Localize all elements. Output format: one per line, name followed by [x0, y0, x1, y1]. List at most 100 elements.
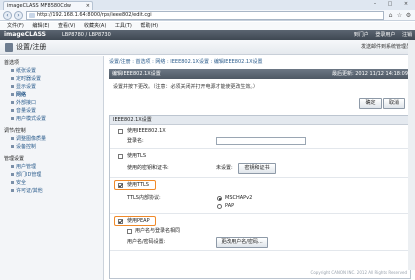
page-title: 设置/注册 — [16, 43, 47, 51]
forward-icon[interactable]: › — [14, 11, 23, 20]
tab-title: imageCLASS MF8580Cdw — [7, 3, 71, 9]
menu-item-tools[interactable]: 工具(T) — [115, 23, 132, 29]
brand-bar: imageCLASS LBP8780 / LBP8730 到门户 登录用户 注销 — [0, 30, 415, 40]
back-icon[interactable]: ‹ — [3, 11, 12, 20]
sidebar-item-license[interactable]: 许可证/其他 — [11, 188, 43, 195]
use-peap-label: 使用PEAP — [127, 218, 150, 224]
settings-icon[interactable]: ⚙ — [405, 12, 412, 19]
login-name-label: 登录名: — [127, 138, 144, 144]
bullet-icon — [11, 101, 14, 104]
bullet-icon — [11, 165, 14, 168]
url-text: http://192.168.1.64:8000/rps/ieee802/edi… — [37, 12, 152, 18]
sidebar-item-interface[interactable]: 外部接口 — [11, 100, 36, 107]
same-user-name-checkbox[interactable] — [127, 229, 132, 234]
mschapv2-label: MSCHAPv2 — [225, 195, 253, 201]
minimize-icon[interactable]: – — [368, 0, 382, 8]
ieee-settings-panel: IEEE802.1X设置 使用IEEE802.1X 登录名: 使用TLS 使用的… — [109, 115, 411, 279]
sidebar-item-image-quality[interactable]: 调整图像质量 — [11, 136, 46, 143]
copyright-footer: Copyright CANON INC. 2012 All Rights Res… — [310, 270, 407, 275]
home-icon[interactable]: ⌂ — [387, 12, 394, 19]
section-header: 编辑IEEE802.1X设置 最后更新: 2012 11/12 14:18:09 — [109, 69, 411, 79]
sidebar-item-label: 显示设置 — [16, 84, 37, 90]
mschapv2-radio[interactable] — [217, 196, 222, 201]
menu-item-file[interactable]: 文件(F) — [7, 23, 24, 29]
use-peap-checkbox[interactable] — [118, 219, 123, 224]
divider — [110, 177, 410, 178]
bullet-icon — [11, 109, 14, 112]
menu-item-view[interactable]: 查看(V) — [58, 23, 75, 29]
close-window-icon[interactable]: × — [399, 0, 413, 8]
sidebar: 首选项 纸张设置 定时器设置 显示设置 网络 外部接口 音量设置 用户模式设置 … — [0, 56, 104, 280]
vertical-scrollbar[interactable] — [408, 40, 415, 270]
key-cert-status: 未设置: — [216, 165, 233, 171]
last-updated: 最后更新: 2012 11/12 14:18:09 — [331, 71, 408, 77]
sidebar-item-label: 外部接口 — [16, 100, 37, 106]
sidebar-item-label: 部门ID管理 — [16, 172, 42, 178]
sidebar-item-label: 安全 — [16, 180, 27, 186]
sidebar-item-label: 纸张设置 — [16, 68, 37, 74]
bullet-icon — [11, 137, 14, 140]
menu-item-favorites[interactable]: 收藏夹(A) — [84, 23, 106, 29]
key-cert-label: 使用的密钥和证书: — [127, 165, 169, 171]
portal-link[interactable]: 到门户 — [354, 32, 369, 38]
sidebar-section-preferences: 首选项 — [4, 60, 20, 66]
use-ttls-label: 使用TTLS — [127, 182, 149, 188]
sidebar-item-user-management[interactable]: 用户管理 — [11, 164, 36, 171]
brand-links: 到门户 登录用户 注销 — [349, 30, 412, 40]
use-ieee-checkbox[interactable] — [118, 129, 123, 134]
section-title: 编辑IEEE802.1X设置 — [112, 71, 161, 77]
use-ttls-checkbox[interactable] — [118, 183, 123, 188]
sidebar-item-timer[interactable]: 定时器设置 — [11, 76, 41, 83]
use-ieee-label: 使用IEEE802.1X — [127, 128, 166, 134]
maximize-icon[interactable]: □ — [383, 0, 397, 8]
main-content: 设置/注册 : 首选项 : 网络 : IEEE802.1X设置 : 编辑IEEE… — [106, 56, 415, 280]
menu-item-help[interactable]: 帮助(H) — [140, 23, 158, 29]
panel-title: IEEE802.1X设置 — [110, 116, 410, 125]
logout-link[interactable]: 注销 — [402, 32, 412, 38]
pap-label: PAP — [225, 203, 235, 209]
sidebar-item-label: 许可证/其他 — [16, 188, 43, 194]
sidebar-item-security[interactable]: 安全 — [11, 180, 26, 187]
browser-tab[interactable]: imageCLASS MF8580Cdw × — [3, 1, 93, 10]
same-user-name-label: 用户名与登录名相同 — [135, 228, 181, 234]
url-input[interactable]: http://192.168.1.64:8000/rps/ieee802/edi… — [26, 11, 384, 20]
brand-logo: imageCLASS — [4, 31, 46, 38]
cancel-button[interactable]: 取消 — [383, 98, 405, 109]
sidebar-item-network[interactable]: 网络 — [11, 92, 26, 99]
page-header: 设置/注册 发送邮件到系统管理员 — [0, 40, 415, 55]
bullet-icon — [11, 173, 14, 176]
bullet-icon — [11, 189, 14, 192]
sidebar-item-label: 用户管理 — [16, 164, 37, 170]
sidebar-item-device-control[interactable]: 设备控制 — [11, 144, 36, 151]
ttls-protocol-label: TTLS内部协议: — [127, 195, 161, 201]
user-pwd-label: 用户名/密码设置: — [127, 239, 166, 245]
breadcrumb[interactable]: 设置/注册 : 首选项 : 网络 : IEEE802.1X设置 : 编辑IEEE… — [109, 59, 263, 66]
menu-item-edit[interactable]: 编辑(E) — [32, 23, 49, 29]
close-tab-icon[interactable]: × — [86, 2, 90, 10]
pap-radio[interactable] — [217, 204, 222, 209]
mail-admin-link[interactable]: 发送邮件到系统管理员 — [361, 44, 411, 51]
use-tls-checkbox[interactable] — [118, 154, 123, 159]
sidebar-item-paper[interactable]: 纸张设置 — [11, 68, 36, 75]
login-name-input[interactable] — [216, 137, 306, 145]
sidebar-item-volume[interactable]: 音量设置 — [11, 108, 36, 115]
favorites-icon[interactable]: ☆ — [396, 12, 403, 19]
divider — [110, 148, 410, 149]
sidebar-item-display[interactable]: 显示设置 — [11, 84, 36, 91]
bullet-icon — [11, 117, 14, 120]
change-user-pwd-button[interactable]: 更改用户名/密码... — [216, 237, 268, 248]
ok-button[interactable]: 确定 — [359, 98, 382, 109]
use-tls-label: 使用TLS — [127, 153, 147, 159]
instruction-text: 设置并按下更改。（注意：必须关闭并打开电源才能使更改生效。） — [113, 84, 259, 90]
sidebar-item-label: 音量设置 — [16, 108, 37, 114]
page-icon — [29, 13, 35, 18]
sidebar-item-dept-id[interactable]: 部门ID管理 — [11, 172, 41, 179]
key-cert-button[interactable]: 密钥和证书 — [238, 163, 276, 174]
sidebar-item-user-mode[interactable]: 用户模式设置 — [11, 116, 46, 123]
sidebar-item-label: 设备控制 — [16, 144, 37, 150]
menu-bar: 文件(F) 编辑(E) 查看(V) 收藏夹(A) 工具(T) 帮助(H) — [0, 22, 415, 30]
divider — [110, 213, 410, 214]
sidebar-item-label: 定时器设置 — [16, 76, 42, 82]
sidebar-section-management: 管理设置 — [4, 156, 25, 162]
bullet-icon — [11, 69, 14, 72]
